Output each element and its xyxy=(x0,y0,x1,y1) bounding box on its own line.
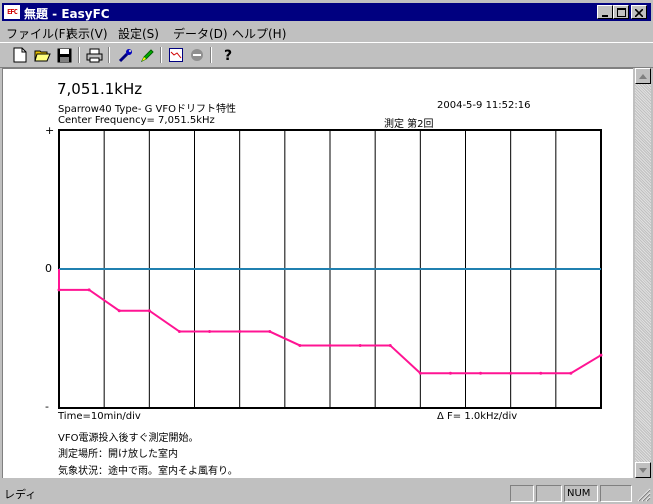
toolbar: ? xyxy=(0,42,653,68)
chart-icon xyxy=(169,48,183,62)
document-view[interactable]: 7,051.1kHz Sparrow40 Type- G VFOドリフト特性 2… xyxy=(2,68,633,478)
scroll-track[interactable] xyxy=(635,84,651,462)
drift-data-point xyxy=(268,330,272,334)
maximize-button[interactable] xyxy=(613,5,629,19)
drift-data-point xyxy=(388,343,392,347)
minimize-icon xyxy=(602,15,608,17)
save-button[interactable] xyxy=(54,46,74,64)
scroll-down-button[interactable] xyxy=(635,462,651,478)
drift-data-point xyxy=(569,371,573,375)
app-window: EFC 無題 - EasyFC ファイル(F) 表示(V) 設定(S) データ(… xyxy=(0,0,653,504)
drift-data-point xyxy=(208,330,212,334)
timestamp: 2004-5-9 11:52:16 xyxy=(437,100,531,111)
wrench-icon xyxy=(118,48,132,62)
save-disk-icon xyxy=(57,48,71,62)
open-folder-icon xyxy=(33,50,51,61)
graph-button[interactable] xyxy=(166,46,186,64)
close-icon xyxy=(634,8,644,18)
status-panel-empty xyxy=(510,485,534,502)
toolbar-separator xyxy=(210,47,212,63)
drift-chart xyxy=(57,129,603,409)
drift-data-point xyxy=(358,343,362,347)
status-bar: レディ NUM xyxy=(0,482,653,504)
drift-data-point xyxy=(509,371,513,375)
center-frequency: Center Frequency= 7,051.5kHz xyxy=(58,115,215,126)
note-line-2: 測定場所：開け放した室内 xyxy=(58,449,178,460)
model-line: Sparrow40 Type- G VFOドリフト特性 xyxy=(58,104,236,115)
edit-button[interactable] xyxy=(137,46,157,64)
new-file-button[interactable] xyxy=(10,46,30,64)
status-panel-empty xyxy=(600,485,632,502)
minimize-button[interactable] xyxy=(597,5,613,19)
drift-data-point xyxy=(599,353,603,357)
menu-settings[interactable]: 設定(S) xyxy=(118,25,159,42)
drift-data-point xyxy=(147,309,151,313)
status-text: レディ xyxy=(4,488,37,501)
help-button[interactable]: ? xyxy=(218,46,238,64)
menu-help[interactable]: ヘルプ(H) xyxy=(232,25,286,42)
open-button[interactable] xyxy=(32,46,52,64)
note-line-3: 気象状況：途中で雨。室内そよ風有り。 xyxy=(58,466,238,477)
drift-data-point xyxy=(418,371,422,375)
freq-per-div: Δ F= 1.0kHz/div xyxy=(437,411,518,422)
close-button[interactable] xyxy=(631,5,647,19)
drift-data-point xyxy=(238,330,242,334)
window-title: 無題 - EasyFC xyxy=(24,7,110,21)
menu-data[interactable]: データ(D) xyxy=(173,25,228,42)
stop-button[interactable] xyxy=(187,46,207,64)
toolbar-separator xyxy=(78,47,80,63)
time-per-div: Time=10min/div xyxy=(58,411,141,422)
drift-data-point xyxy=(117,309,121,313)
y-axis-plus-label: + xyxy=(45,124,55,137)
maximize-icon xyxy=(616,8,626,17)
drift-data-point xyxy=(177,330,181,334)
y-axis-zero-label: 0 xyxy=(45,262,52,275)
svg-text:?: ? xyxy=(224,48,232,63)
settings-button[interactable] xyxy=(115,46,135,64)
title-bar[interactable]: EFC 無題 - EasyFC xyxy=(2,3,651,21)
menu-bar: ファイル(F) 表示(V) 設定(S) データ(D) ヘルプ(H) xyxy=(0,22,653,41)
toolbar-separator xyxy=(160,47,162,63)
num-lock-indicator: NUM xyxy=(564,485,598,502)
toolbar-separator xyxy=(108,47,110,63)
frequency-display: 7,051.1kHz xyxy=(57,80,143,98)
arrow-up-icon xyxy=(639,73,647,79)
drift-data-point xyxy=(539,371,543,375)
new-file-icon xyxy=(13,47,27,63)
drift-data-point xyxy=(448,371,452,375)
drift-data-point xyxy=(57,288,61,292)
resize-grip-icon[interactable] xyxy=(637,488,651,502)
status-panel-empty xyxy=(536,485,562,502)
print-button[interactable] xyxy=(84,46,104,64)
note-line-1: VFO電源投入後すぐ測定開始。 xyxy=(58,433,199,444)
arrow-down-icon xyxy=(639,467,647,473)
stop-icon xyxy=(191,49,203,61)
print-icon xyxy=(86,48,102,62)
drift-data-point xyxy=(298,343,302,347)
pen-icon xyxy=(140,48,154,62)
scroll-up-button[interactable] xyxy=(635,68,651,84)
y-axis-minus-label: - xyxy=(45,400,49,413)
menu-view[interactable]: 表示(V) xyxy=(66,25,108,42)
drift-data-point xyxy=(479,371,483,375)
menu-file[interactable]: ファイル(F) xyxy=(6,25,70,42)
drift-data-point xyxy=(328,343,332,347)
app-icon[interactable]: EFC xyxy=(4,5,20,19)
drift-data-point xyxy=(87,288,91,292)
vertical-scrollbar[interactable] xyxy=(635,68,651,478)
help-icon: ? xyxy=(224,48,232,63)
